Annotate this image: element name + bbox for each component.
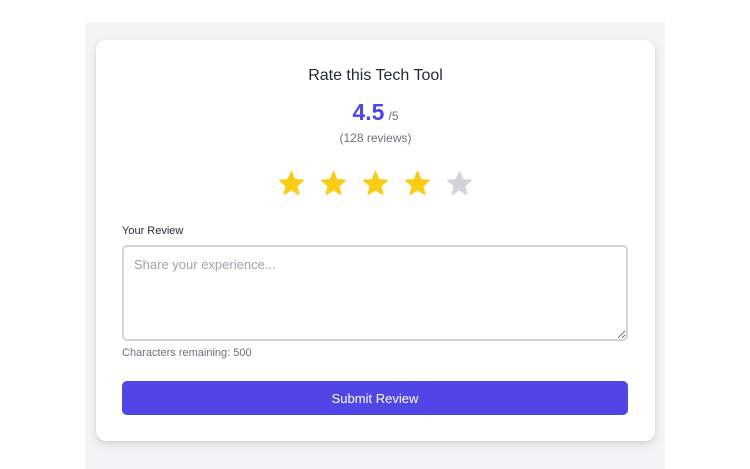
rating-score: 4.5 [352, 99, 385, 125]
submit-review-button[interactable]: Submit Review [122, 381, 628, 415]
rating-max: /5 [388, 109, 399, 123]
characters-remaining: Characters remaining: 500 [122, 347, 252, 359]
review-count: (128 reviews) [339, 131, 412, 145]
review-card: Rate this Tech Tool 4.5/5 (128 reviews) … [96, 40, 655, 441]
star-2-icon[interactable] [320, 170, 347, 197]
review-textarea[interactable] [122, 245, 628, 341]
star-1-icon[interactable] [278, 170, 305, 197]
review-label: Your Review [122, 225, 184, 237]
star-5-icon[interactable] [446, 170, 473, 197]
star-4-icon[interactable] [404, 170, 431, 197]
rating-summary: 4.5/5 [96, 99, 655, 126]
star-3-icon[interactable] [362, 170, 389, 197]
card-title: Rate this Tech Tool [308, 67, 443, 84]
star-rating [96, 170, 655, 197]
